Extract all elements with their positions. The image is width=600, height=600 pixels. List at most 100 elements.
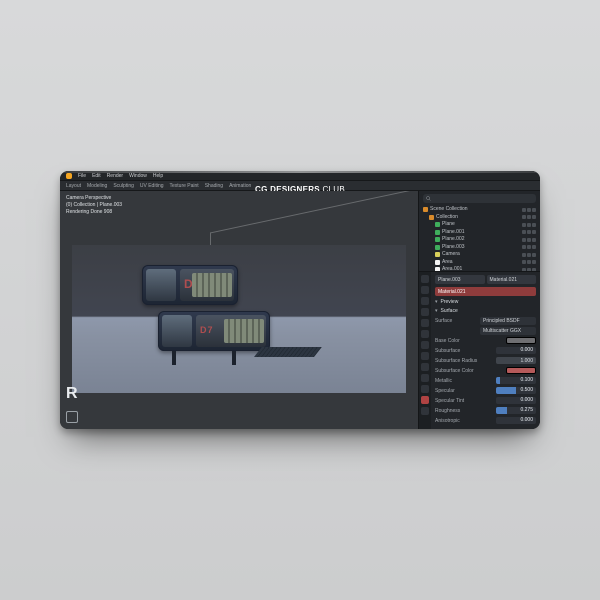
- tab-physics-icon[interactable]: [421, 363, 429, 371]
- tab-view-icon[interactable]: [421, 297, 429, 305]
- mesh-icon: [435, 245, 440, 250]
- surface-shader-select[interactable]: Principled BSDF: [480, 317, 536, 325]
- menu-render[interactable]: Render: [107, 173, 123, 179]
- outliner-row[interactable]: Plane.003: [423, 244, 536, 252]
- tab-layout[interactable]: Layout: [66, 183, 81, 189]
- menu-file[interactable]: File: [78, 173, 86, 179]
- tab-animation[interactable]: Animation: [229, 183, 251, 189]
- outliner-item-label: Plane.003: [442, 244, 465, 252]
- tab-uv[interactable]: UV Editing: [140, 183, 164, 189]
- visibility-toggles[interactable]: [522, 245, 536, 249]
- material-slot[interactable]: Material.021: [435, 287, 536, 296]
- outliner-tree: Scene CollectionCollectionPlanePlane.001…: [423, 206, 536, 272]
- outliner-row[interactable]: Collection: [423, 214, 536, 222]
- visibility-toggles[interactable]: [522, 215, 536, 219]
- visibility-toggles[interactable]: [522, 238, 536, 242]
- light-icon: [435, 260, 440, 265]
- visibility-toggles[interactable]: [522, 260, 536, 264]
- camera-mode-label: Camera Perspective: [66, 195, 122, 202]
- outliner-row[interactable]: Plane: [423, 221, 536, 229]
- outliner-row[interactable]: Plane.002: [423, 236, 536, 244]
- viewport-overlay-text: Camera Perspective (0) Collection | Plan…: [66, 195, 122, 216]
- base-color-swatch[interactable]: [506, 337, 536, 344]
- outliner-row[interactable]: Camera: [423, 251, 536, 259]
- tab-constraint-icon[interactable]: [421, 374, 429, 382]
- menu-help[interactable]: Help: [153, 173, 163, 179]
- visibility-toggles[interactable]: [522, 230, 536, 234]
- menu-window[interactable]: Window: [129, 173, 147, 179]
- anisotropic-label: Anisotropic: [435, 418, 460, 424]
- tab-texture-icon[interactable]: [421, 407, 429, 415]
- specular-tint-slider[interactable]: 0.000: [496, 397, 536, 404]
- pod-lower-greeble: [224, 319, 264, 343]
- rotate-gizmo-label: R: [66, 385, 78, 403]
- properties-panel: Plane.003 Material.021 Material.021 Prev…: [419, 272, 540, 429]
- subsurface-radius-label: Subsurface Radius: [435, 358, 477, 364]
- pod-upper-greeble: [192, 273, 232, 297]
- search-icon: [426, 196, 431, 201]
- subsurface-slider[interactable]: 0.000: [496, 347, 536, 354]
- tab-modifier-icon[interactable]: [421, 341, 429, 349]
- subsurface-radius-field[interactable]: 1.000: [496, 357, 536, 364]
- tab-output-icon[interactable]: [421, 286, 429, 294]
- viewport-nav-icon[interactable]: [66, 411, 78, 423]
- ramp: [254, 347, 322, 357]
- visibility-toggles[interactable]: [522, 253, 536, 257]
- visibility-toggles[interactable]: [522, 208, 536, 212]
- pod-lower-decal: D7: [200, 325, 214, 335]
- tab-mesh-icon[interactable]: [421, 385, 429, 393]
- outliner-item-label: Plane.002: [442, 236, 465, 244]
- mesh-icon: [435, 222, 440, 227]
- outliner-item-label: Plane: [442, 221, 455, 229]
- tab-modeling[interactable]: Modeling: [87, 183, 107, 189]
- surface-label: Surface: [435, 318, 452, 324]
- material-properties: Plane.003 Material.021 Material.021 Prev…: [431, 272, 540, 429]
- anisotropic-slider[interactable]: 0.000: [496, 417, 536, 424]
- specular-tint-label: Specular Tint: [435, 398, 464, 404]
- tab-sculpting[interactable]: Sculpting: [113, 183, 134, 189]
- tab-texpaint[interactable]: Texture Paint: [170, 183, 199, 189]
- cam-icon: [435, 252, 440, 257]
- active-object-label: (0) Collection | Plane.003: [66, 202, 122, 209]
- outliner-item-label: Collection: [436, 214, 458, 222]
- subsurface-label: Subsurface: [435, 348, 460, 354]
- col-icon: [429, 215, 434, 220]
- tab-particle-icon[interactable]: [421, 352, 429, 360]
- specular-slider[interactable]: 0.500: [496, 387, 536, 394]
- tab-object-icon[interactable]: [421, 330, 429, 338]
- render-status-label: Rendering Done 908: [66, 209, 122, 216]
- tab-material-icon[interactable]: [421, 396, 429, 404]
- breadcrumb-material[interactable]: Material.021: [487, 275, 537, 284]
- mesh-icon: [435, 230, 440, 235]
- roughness-slider[interactable]: 0.275: [496, 407, 536, 414]
- outliner-row[interactable]: Plane.001: [423, 229, 536, 237]
- outliner-search[interactable]: [423, 194, 536, 203]
- app-window: File Edit Render Window Help Layout Mode…: [60, 171, 540, 429]
- panel-header-preview[interactable]: Preview: [435, 299, 536, 305]
- outliner-panel: Scene CollectionCollectionPlanePlane.001…: [419, 191, 540, 272]
- breadcrumb-object[interactable]: Plane.003: [435, 275, 485, 284]
- viewport-3d[interactable]: Camera Perspective (0) Collection | Plan…: [60, 191, 418, 429]
- tab-world-icon[interactable]: [421, 319, 429, 327]
- outliner-row[interactable]: Scene Collection: [423, 206, 536, 214]
- window-highlight: [60, 171, 540, 173]
- outliner-row[interactable]: Area: [423, 259, 536, 267]
- properties-tabstrip: [419, 272, 431, 429]
- tab-render-icon[interactable]: [421, 275, 429, 283]
- pod-upper-window: [146, 269, 176, 301]
- tab-scene-icon[interactable]: [421, 308, 429, 316]
- pod-lower-window: [162, 315, 192, 347]
- subsurface-color-swatch[interactable]: [506, 367, 536, 374]
- pod-lower: D7: [158, 311, 270, 351]
- visibility-toggles[interactable]: [522, 223, 536, 227]
- main-area: Camera Perspective (0) Collection | Plan…: [60, 191, 540, 429]
- panel-header-surface[interactable]: Surface: [435, 308, 536, 314]
- col-icon: [423, 207, 428, 212]
- menu-edit[interactable]: Edit: [92, 173, 101, 179]
- outliner-item-label: Scene Collection: [430, 206, 468, 214]
- metallic-slider[interactable]: 0.100: [496, 377, 536, 384]
- app-logo-icon: [66, 173, 72, 179]
- tab-shading[interactable]: Shading: [205, 183, 223, 189]
- mesh-icon: [435, 237, 440, 242]
- distribution-select[interactable]: Multiscatter GGX: [480, 327, 536, 335]
